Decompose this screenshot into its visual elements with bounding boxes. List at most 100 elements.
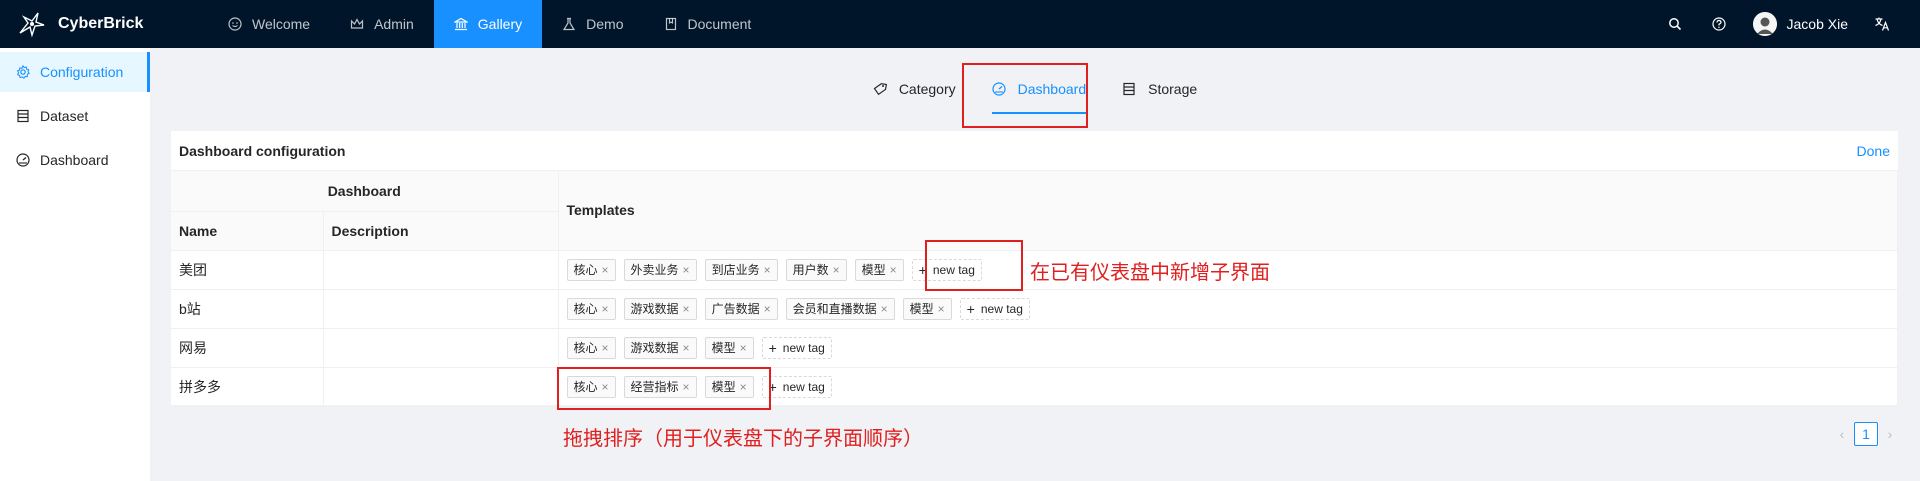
next-page-button[interactable]: › bbox=[1878, 422, 1902, 446]
help-button[interactable] bbox=[1697, 0, 1741, 48]
card-header: Dashboard configuration Done bbox=[171, 131, 1898, 171]
new-tag-label: new tag bbox=[782, 379, 825, 394]
template-tag[interactable]: 核心 × bbox=[566, 336, 616, 359]
top-navigation: Welcome Admin Gallery Demo Document bbox=[208, 0, 771, 48]
chevron-right-icon: › bbox=[1887, 426, 1893, 442]
close-icon[interactable]: × bbox=[602, 263, 609, 277]
row-description-cell[interactable] bbox=[323, 289, 559, 329]
template-tag-label: 到店业务 bbox=[711, 263, 760, 277]
tab-category[interactable]: Category bbox=[861, 48, 968, 130]
user-menu[interactable]: Jacob Xie bbox=[1741, 12, 1860, 36]
tab-storage-label: Storage bbox=[1148, 81, 1198, 97]
dashboard-table: Dashboard Templates Name Description 美团核… bbox=[171, 171, 1898, 407]
sidebar-item-dashboard[interactable]: Dashboard bbox=[0, 140, 150, 180]
template-tag-label: 会员和直播数据 bbox=[792, 302, 877, 316]
page-1-button[interactable]: 1 bbox=[1854, 422, 1878, 446]
template-tag[interactable]: 游戏数据 × bbox=[623, 297, 697, 320]
row-name-cell: 网易 bbox=[171, 328, 324, 368]
templates-header: Templates bbox=[558, 171, 1898, 251]
book-icon bbox=[665, 17, 676, 31]
search-button[interactable] bbox=[1653, 0, 1697, 48]
template-tag[interactable]: 模型 × bbox=[854, 258, 904, 281]
template-tag[interactable]: 会员和直播数据 × bbox=[785, 297, 895, 320]
experiment-icon bbox=[563, 17, 576, 31]
close-icon[interactable]: × bbox=[683, 302, 690, 316]
row-templates-cell: 核心 × 游戏数据 × 模型 × + new tag bbox=[558, 328, 1898, 368]
plus-icon: + bbox=[768, 339, 777, 356]
avatar bbox=[1752, 12, 1777, 36]
close-icon[interactable]: × bbox=[833, 263, 840, 277]
crown-icon bbox=[350, 18, 364, 29]
template-tag[interactable]: 外卖业务 × bbox=[623, 258, 697, 281]
annotation-new-tag-note: 在已有仪表盘中新增子界面 bbox=[1030, 262, 1270, 284]
close-icon[interactable]: × bbox=[602, 302, 609, 316]
new-tag-button[interactable]: + new tag bbox=[959, 297, 1030, 320]
chevron-left-icon: ‹ bbox=[1839, 426, 1845, 442]
sidebar-item-label: Dashboard bbox=[40, 152, 109, 168]
annotation-box-new-tag bbox=[925, 240, 1023, 291]
name-header: Name bbox=[171, 211, 324, 251]
header-actions: Jacob Xie bbox=[1653, 0, 1920, 48]
row-description-cell[interactable] bbox=[323, 250, 559, 290]
database-icon bbox=[17, 109, 29, 123]
template-tag[interactable]: 核心 × bbox=[566, 258, 616, 281]
tab-storage[interactable]: Storage bbox=[1110, 48, 1209, 130]
new-tag-label: new tag bbox=[782, 340, 825, 355]
nav-gallery[interactable]: Gallery bbox=[433, 0, 543, 48]
nav-document[interactable]: Document bbox=[644, 0, 772, 48]
table-row: 网易 核心 × 游戏数据 × 模型 × + new tag bbox=[171, 328, 1898, 368]
sidebar-item-configuration[interactable]: Configuration bbox=[0, 52, 150, 92]
template-tag-label: 模型 bbox=[861, 263, 886, 277]
template-tag[interactable]: 用户数 × bbox=[785, 258, 847, 281]
close-icon[interactable]: × bbox=[683, 341, 690, 355]
pagination: ‹ 1 › bbox=[1830, 422, 1902, 446]
row-description-cell[interactable] bbox=[323, 367, 559, 407]
new-tag-button[interactable]: + new tag bbox=[761, 336, 832, 359]
template-tag[interactable]: 游戏数据 × bbox=[623, 336, 697, 359]
translation-icon bbox=[1875, 17, 1890, 31]
setting-icon bbox=[16, 65, 30, 79]
table-row: 拼多多 核心 × 经营指标 × 模型 × + new tag bbox=[171, 367, 1898, 407]
template-tag-label: 游戏数据 bbox=[630, 302, 679, 316]
template-tag[interactable]: 模型 × bbox=[704, 336, 754, 359]
tag-icon bbox=[873, 83, 887, 96]
row-name-cell: 美团 bbox=[171, 250, 324, 290]
close-icon[interactable]: × bbox=[764, 302, 771, 316]
done-button[interactable]: Done bbox=[1857, 143, 1890, 159]
nav-welcome[interactable]: Welcome bbox=[208, 0, 330, 48]
close-icon[interactable]: × bbox=[602, 341, 609, 355]
template-tag-label: 模型 bbox=[711, 341, 736, 355]
prev-page-button[interactable]: ‹ bbox=[1830, 422, 1854, 446]
template-tag[interactable]: 模型 × bbox=[902, 297, 952, 320]
nav-admin-label: Admin bbox=[374, 16, 414, 32]
close-icon[interactable]: × bbox=[740, 341, 747, 355]
template-tag[interactable]: 广告数据 × bbox=[704, 297, 778, 320]
language-button[interactable] bbox=[1860, 0, 1904, 48]
template-tag[interactable]: 到店业务 × bbox=[704, 258, 778, 281]
close-icon[interactable]: × bbox=[683, 263, 690, 277]
nav-admin[interactable]: Admin bbox=[330, 0, 434, 48]
close-icon[interactable]: × bbox=[764, 263, 771, 277]
close-icon[interactable]: × bbox=[890, 263, 897, 277]
row-templates-cell: 核心 × 游戏数据 × 广告数据 × 会员和直播数据 × 模型 × + new tag bbox=[558, 289, 1898, 329]
template-tag-label: 核心 bbox=[573, 302, 598, 316]
template-tag-list: 核心 × 游戏数据 × 广告数据 × 会员和直播数据 × 模型 × + new tag bbox=[566, 297, 1890, 320]
new-tag-button[interactable]: + new tag bbox=[761, 375, 832, 398]
nav-demo[interactable]: Demo bbox=[542, 0, 643, 48]
user-name: Jacob Xie bbox=[1786, 16, 1848, 32]
close-icon[interactable]: × bbox=[881, 302, 888, 316]
template-tag[interactable]: 核心 × bbox=[566, 297, 616, 320]
annotation-box-drag-sort bbox=[557, 367, 771, 410]
database-icon bbox=[1123, 82, 1135, 96]
template-tag-list: 核心 × 游戏数据 × 模型 × + new tag bbox=[566, 336, 1890, 359]
nav-welcome-label: Welcome bbox=[252, 16, 311, 32]
sidebar: Configuration Dataset Dashboard bbox=[0, 48, 150, 481]
close-icon[interactable]: × bbox=[938, 302, 945, 316]
row-description-cell[interactable] bbox=[323, 328, 559, 368]
sidebar-item-dataset[interactable]: Dataset bbox=[0, 96, 150, 136]
dashboard-group-header: Dashboard bbox=[171, 171, 559, 212]
logo[interactable]: CyberBrick bbox=[0, 0, 208, 48]
row-name-cell: 拼多多 bbox=[171, 367, 324, 407]
dashboard-icon bbox=[16, 153, 30, 167]
template-tag-label: 核心 bbox=[573, 341, 598, 355]
